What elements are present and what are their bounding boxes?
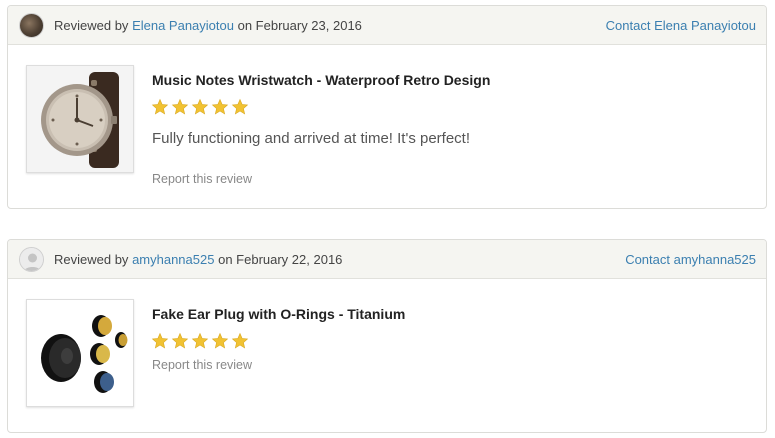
- wristwatch-image[interactable]: [26, 65, 134, 173]
- reviewer-name-link[interactable]: amyhanna525: [132, 252, 214, 267]
- reviewer-name-link[interactable]: Elena Panayiotou: [132, 18, 234, 33]
- review-card: Reviewed by amyhanna525 on February 22, …: [7, 239, 767, 433]
- review-text: Fully functioning and arrived at time! I…: [152, 130, 471, 147]
- product-title-link[interactable]: Music Notes Wristwatch - Waterproof Retr…: [152, 72, 490, 88]
- review-card: Reviewed by Elena Panayiotou on February…: [7, 5, 767, 209]
- reviewed-by-line: Reviewed by Elena Panayiotou on February…: [54, 6, 362, 45]
- star-icon: [231, 332, 249, 349]
- contact-reviewer-link[interactable]: Contact Elena Panayiotou: [606, 6, 756, 45]
- review-header: Reviewed by amyhanna525 on February 22, …: [8, 240, 766, 279]
- star-icon: [171, 332, 189, 349]
- reviewed-by-line: Reviewed by amyhanna525 on February 22, …: [54, 240, 342, 279]
- reviewed-by-label: Reviewed by: [54, 18, 129, 33]
- star-rating: [151, 98, 249, 118]
- product-title-link[interactable]: Fake Ear Plug with O-Rings - Titanium: [152, 306, 405, 322]
- star-icon: [191, 332, 209, 349]
- star-icon: [231, 98, 249, 115]
- star-icon: [171, 98, 189, 115]
- ear-plug-image[interactable]: [26, 299, 134, 407]
- review-header: Reviewed by Elena Panayiotou on February…: [8, 6, 766, 45]
- star-icon: [211, 332, 229, 349]
- star-icon: [191, 98, 209, 115]
- report-review-link[interactable]: Report this review: [152, 172, 252, 186]
- default-user-icon[interactable]: [19, 247, 44, 272]
- star-rating: [151, 332, 249, 352]
- star-icon: [211, 98, 229, 115]
- user-photo-icon[interactable]: [19, 13, 44, 38]
- star-icon: [151, 332, 169, 349]
- review-date: on February 23, 2016: [237, 18, 362, 33]
- review-date: on February 22, 2016: [218, 252, 343, 267]
- report-review-link[interactable]: Report this review: [152, 358, 252, 372]
- star-icon: [151, 98, 169, 115]
- contact-reviewer-link[interactable]: Contact amyhanna525: [625, 240, 756, 279]
- reviewed-by-label: Reviewed by: [54, 252, 129, 267]
